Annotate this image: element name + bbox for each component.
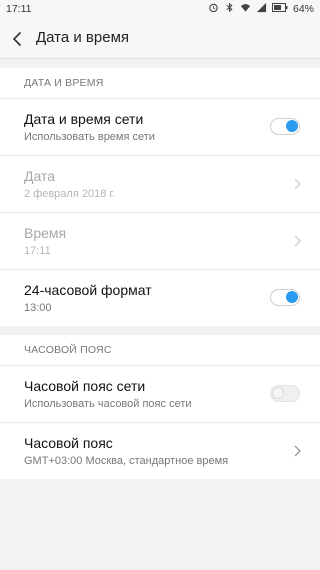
- timezone-value: GMT+03:00 Москва, стандартное время: [24, 455, 229, 467]
- status-time: 17:11: [6, 3, 32, 15]
- chevron-right-icon: [294, 178, 301, 190]
- network-time-toggle[interactable]: [270, 118, 300, 135]
- wifi-icon: [240, 2, 251, 16]
- 24h-format-label: 24-часовой формат: [24, 282, 152, 298]
- network-time-item[interactable]: Дата и время сети Использовать время сет…: [0, 99, 320, 156]
- app-header: Дата и время: [0, 19, 320, 59]
- alarm-icon: [208, 2, 219, 16]
- section-header-date-time: ДАТА И ВРЕМЯ: [0, 68, 320, 99]
- 24h-format-sub: 13:00: [24, 302, 52, 314]
- network-timezone-label: Часовой пояс сети: [24, 378, 146, 394]
- back-button[interactable]: [8, 29, 28, 49]
- 24h-format-item[interactable]: 24-часовой формат 13:00: [0, 270, 320, 326]
- toggle-knob: [286, 291, 298, 303]
- status-bar: 17:11 64%: [0, 0, 320, 19]
- section-header-timezone: ЧАСОВОЙ ПОЯС: [0, 335, 320, 366]
- bluetooth-icon: [224, 2, 235, 16]
- back-arrow-icon: [12, 31, 22, 47]
- toggle-knob: [272, 387, 284, 399]
- timezone-item[interactable]: Часовой пояс GMT+03:00 Москва, стандартн…: [0, 423, 320, 479]
- battery-percent: 64%: [292, 3, 314, 15]
- network-time-sub: Использовать время сети: [24, 131, 155, 143]
- date-item: Дата 2 февраля 2018 г.: [0, 156, 320, 213]
- time-label: Время: [24, 225, 67, 241]
- chevron-right-icon: [294, 445, 301, 457]
- chevron-right-icon: [294, 235, 301, 247]
- time-value: 17:11: [24, 245, 51, 257]
- network-timezone-toggle[interactable]: [270, 385, 300, 402]
- date-value: 2 февраля 2018 г.: [24, 188, 116, 200]
- status-icons: 64%: [208, 2, 314, 16]
- network-timezone-sub: Использовать часовой пояс сети: [24, 398, 192, 410]
- date-label: Дата: [24, 168, 56, 184]
- timezone-label: Часовой пояс: [24, 435, 113, 451]
- page-title: Дата и время: [36, 29, 130, 46]
- section-date-time: ДАТА И ВРЕМЯ Дата и время сети Использов…: [0, 68, 320, 326]
- 24h-format-toggle[interactable]: [270, 289, 300, 306]
- time-item: Время 17:11: [0, 213, 320, 270]
- signal-icon: [256, 2, 267, 16]
- network-time-label: Дата и время сети: [24, 111, 144, 127]
- section-timezone: ЧАСОВОЙ ПОЯС Часовой пояс сети Использов…: [0, 335, 320, 479]
- battery-icon: [271, 2, 288, 16]
- network-timezone-item[interactable]: Часовой пояс сети Использовать часовой п…: [0, 366, 320, 423]
- toggle-knob: [286, 120, 298, 132]
